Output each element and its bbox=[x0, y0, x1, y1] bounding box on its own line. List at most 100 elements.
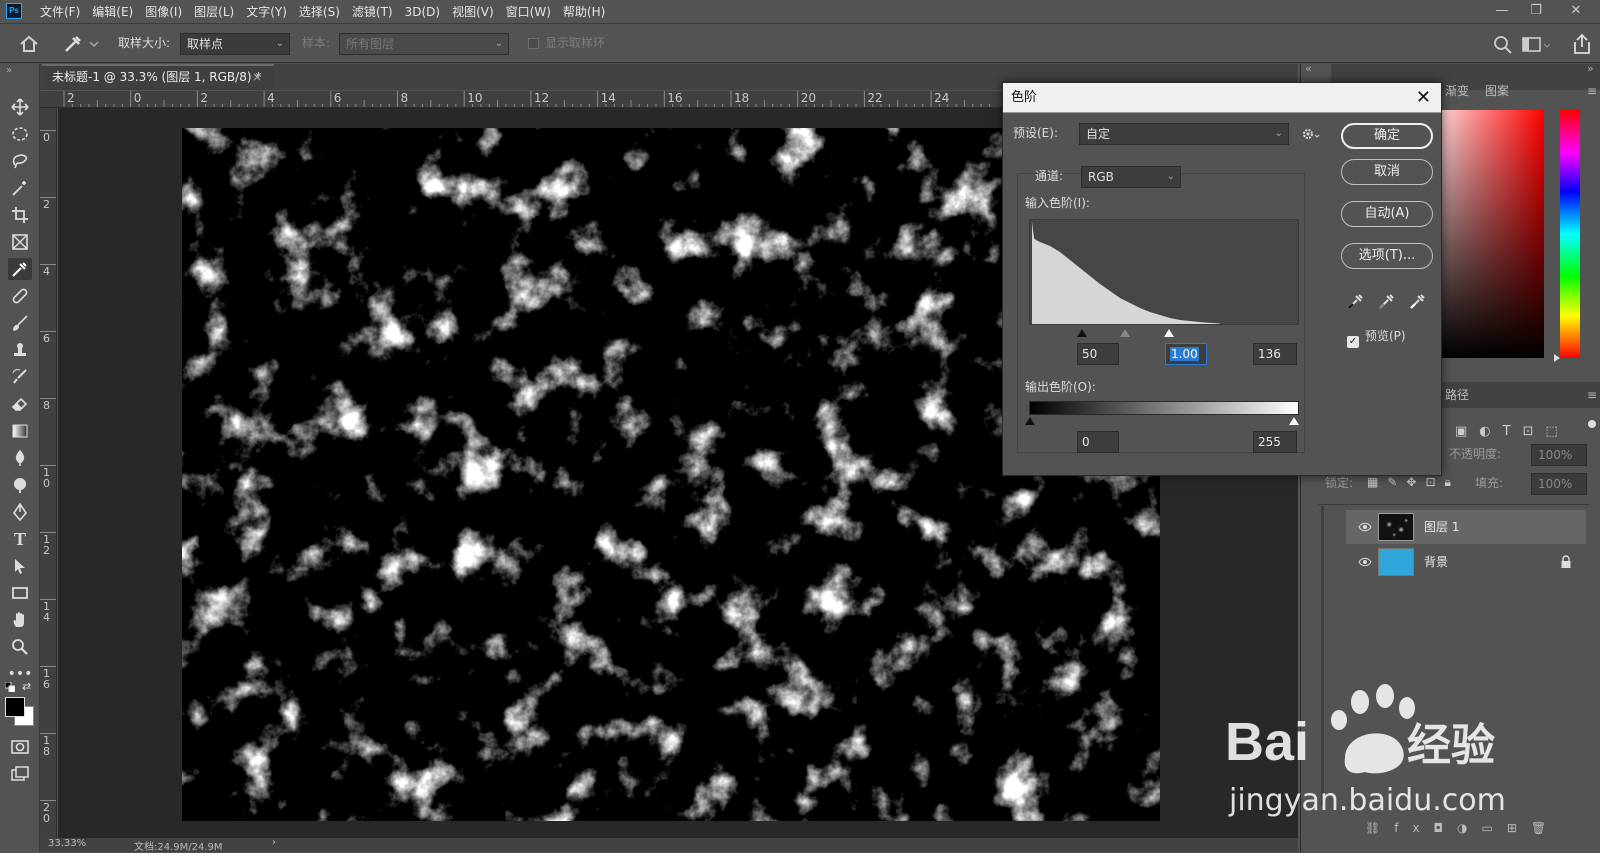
path-selection-tool-icon[interactable] bbox=[8, 555, 32, 577]
toolbar-collapse-icon[interactable]: » bbox=[6, 65, 12, 76]
window-close-button[interactable]: ✕ bbox=[1562, 0, 1590, 22]
menu-edit[interactable]: 编辑(E) bbox=[86, 0, 139, 24]
default-colors-icon[interactable] bbox=[4, 681, 16, 693]
layer-row[interactable]: 背景 bbox=[1346, 545, 1586, 579]
magic-wand-tool-icon[interactable] bbox=[8, 177, 32, 199]
input-black-slider[interactable] bbox=[1077, 329, 1087, 337]
gear-icon[interactable] bbox=[1301, 125, 1321, 143]
share-icon[interactable] bbox=[1572, 33, 1592, 55]
workspace-icon[interactable] bbox=[1522, 36, 1551, 54]
screen-mode-icon[interactable] bbox=[8, 763, 32, 785]
marquee-tool-icon[interactable] bbox=[8, 123, 32, 145]
ok-button[interactable]: 确定 bbox=[1341, 123, 1433, 149]
zoom-level[interactable]: 33.33% bbox=[48, 838, 86, 849]
type-tool-icon[interactable]: T bbox=[8, 528, 32, 550]
brush-tool-icon[interactable] bbox=[8, 312, 32, 334]
dialog-close-button[interactable]: ✕ bbox=[1416, 83, 1431, 113]
eraser-tool-icon[interactable] bbox=[8, 393, 32, 415]
pen-tool-icon[interactable] bbox=[8, 501, 32, 523]
output-white-slider[interactable] bbox=[1289, 417, 1299, 425]
hue-slider[interactable] bbox=[1560, 110, 1580, 358]
layer-row[interactable]: 图层 1 bbox=[1346, 510, 1586, 544]
hand-tool-icon[interactable] bbox=[8, 609, 32, 631]
layer-filter-icons[interactable]: ▣◐T⊡⬚ bbox=[1455, 424, 1570, 439]
crop-tool-icon[interactable] bbox=[8, 204, 32, 226]
menu-layer[interactable]: 图层(L) bbox=[188, 0, 240, 24]
tab-patterns[interactable]: 图案 bbox=[1477, 78, 1517, 104]
auto-button[interactable]: 自动(A) bbox=[1341, 201, 1433, 227]
history-brush-tool-icon[interactable] bbox=[8, 366, 32, 388]
preview-checkbox[interactable]: ✓ bbox=[1347, 336, 1359, 348]
dodge-tool-icon[interactable] bbox=[8, 474, 32, 496]
hue-slider-handle[interactable] bbox=[1554, 354, 1560, 362]
input-black-field[interactable]: 50 bbox=[1077, 343, 1119, 365]
output-black-slider[interactable] bbox=[1025, 417, 1035, 425]
lock-icons[interactable]: ▦✎✥⊡🔒︎ bbox=[1367, 475, 1460, 490]
stamp-tool-icon[interactable] bbox=[8, 339, 32, 361]
status-menu-arrow[interactable]: › bbox=[272, 837, 276, 848]
fill-input[interactable]: 100% bbox=[1531, 473, 1587, 495]
options-button[interactable]: 选项(T)... bbox=[1341, 243, 1433, 269]
output-black-field[interactable]: 0 bbox=[1077, 431, 1119, 453]
sample-size-select[interactable]: 取样点 ⌄ bbox=[180, 33, 290, 55]
dialog-titlebar[interactable]: 色阶 ✕ bbox=[1003, 83, 1441, 113]
tab-gradients[interactable]: 渐变 bbox=[1437, 78, 1477, 104]
quick-mask-icon[interactable] bbox=[8, 736, 32, 758]
layer-name[interactable]: 背景 bbox=[1424, 545, 1448, 579]
eyedropper-tool-icon[interactable] bbox=[8, 258, 32, 280]
rectangle-tool-icon[interactable] bbox=[8, 582, 32, 604]
menu-view[interactable]: 视图(V) bbox=[446, 0, 500, 24]
visibility-eye-icon[interactable] bbox=[1358, 520, 1372, 534]
close-tab-icon[interactable]: × bbox=[252, 66, 262, 88]
input-white-slider[interactable] bbox=[1164, 329, 1174, 337]
eyedropper-tool-preset[interactable] bbox=[60, 33, 100, 55]
collapse-left-icon[interactable]: « bbox=[1305, 62, 1312, 75]
menu-window[interactable]: 窗口(W) bbox=[500, 0, 557, 24]
channel-select[interactable]: RGB ⌄ bbox=[1081, 166, 1181, 188]
blur-tool-icon[interactable] bbox=[8, 447, 32, 469]
gradient-tool-icon[interactable] bbox=[8, 420, 32, 442]
tab-paths[interactable]: 路径 bbox=[1437, 382, 1477, 408]
menu-select[interactable]: 选择(S) bbox=[293, 0, 346, 24]
layers-footer-icons[interactable]: ⛓fx◘◑▭⊞🗑︎ bbox=[1365, 821, 1560, 835]
visibility-eye-icon[interactable] bbox=[1358, 555, 1372, 569]
foreground-color-swatch[interactable] bbox=[5, 697, 25, 717]
move-tool-icon[interactable] bbox=[8, 96, 32, 118]
lock-label: 锁定: bbox=[1325, 476, 1354, 490]
cancel-button[interactable]: 取消 bbox=[1341, 159, 1433, 185]
menu-file[interactable]: 文件(F) bbox=[34, 0, 86, 24]
menu-type[interactable]: 文字(Y) bbox=[240, 0, 293, 24]
input-white-field[interactable]: 136 bbox=[1253, 343, 1297, 365]
menu-3d[interactable]: 3D(D) bbox=[399, 0, 446, 24]
frame-tool-icon[interactable] bbox=[8, 231, 32, 253]
search-icon[interactable] bbox=[1493, 35, 1513, 55]
input-gamma-field[interactable]: 1.00 bbox=[1165, 343, 1207, 365]
collapse-right-icon[interactable]: » bbox=[1587, 62, 1594, 75]
ruler-label: 22 bbox=[867, 91, 882, 105]
healing-brush-tool-icon[interactable] bbox=[8, 285, 32, 307]
home-icon[interactable] bbox=[18, 34, 40, 54]
menu-image[interactable]: 图像(I) bbox=[139, 0, 188, 24]
restore-button[interactable]: ❐ bbox=[1522, 0, 1550, 22]
layers-menu-icon[interactable]: ≡ bbox=[1587, 388, 1597, 402]
opacity-input[interactable]: 100% bbox=[1531, 444, 1587, 466]
black-point-eyedropper-icon[interactable] bbox=[1346, 291, 1366, 311]
preset-select[interactable]: 自定 ⌄ bbox=[1079, 123, 1289, 145]
swap-colors-icon[interactable]: ⇄ bbox=[22, 680, 31, 693]
white-point-eyedropper-icon[interactable] bbox=[1408, 291, 1428, 311]
minimize-button[interactable]: — bbox=[1488, 0, 1516, 22]
lasso-tool-icon[interactable] bbox=[8, 150, 32, 172]
menu-help[interactable]: 帮助(H) bbox=[557, 0, 611, 24]
panel-menu-icon[interactable]: ≡ bbox=[1587, 84, 1597, 98]
histogram bbox=[1029, 219, 1299, 325]
layer-name[interactable]: 图层 1 bbox=[1424, 510, 1459, 544]
ruler-label: 18 bbox=[734, 91, 749, 105]
input-gamma-slider[interactable] bbox=[1120, 329, 1130, 337]
ruler-label: 1 6 bbox=[43, 667, 50, 691]
filter-toggle-icon[interactable] bbox=[1588, 420, 1596, 428]
gray-point-eyedropper-icon[interactable] bbox=[1377, 291, 1397, 311]
output-white-field[interactable]: 255 bbox=[1253, 431, 1297, 453]
document-tab[interactable]: 未标题-1 @ 33.3% (图层 1, RGB/8) * × bbox=[42, 64, 274, 90]
menu-filter[interactable]: 滤镜(T) bbox=[346, 0, 399, 24]
zoom-tool-icon[interactable] bbox=[8, 636, 32, 658]
